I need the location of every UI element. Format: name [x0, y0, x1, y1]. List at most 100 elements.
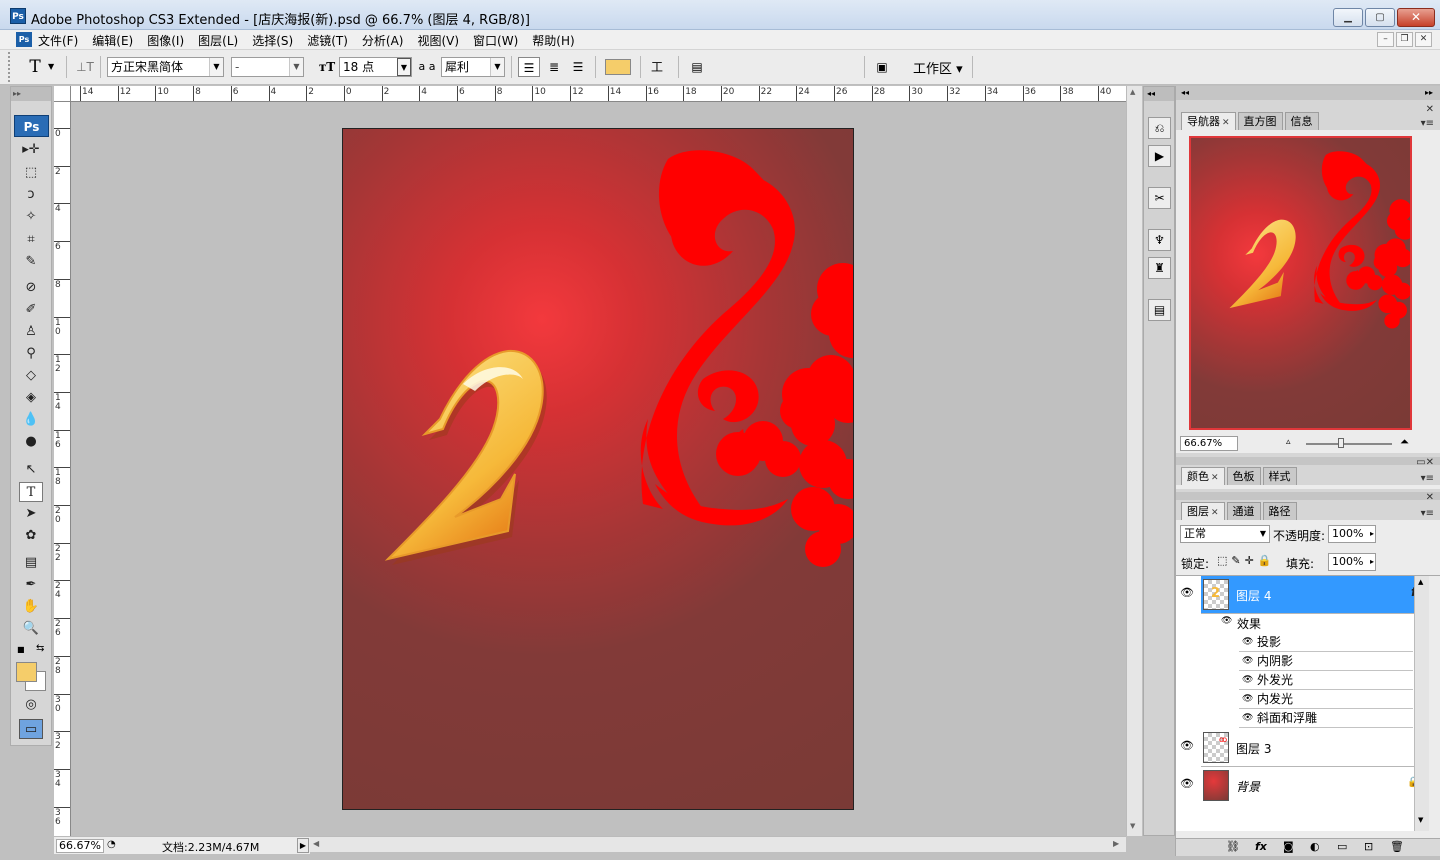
- menu-item-3[interactable]: 图层(L): [198, 32, 245, 49]
- menu-item-5[interactable]: 滤镜(T): [307, 32, 355, 49]
- tab-close-icon[interactable]: ✕: [1211, 473, 1219, 483]
- notes-tool-icon[interactable]: ▤: [19, 553, 43, 573]
- layers-tab-1[interactable]: 通道: [1226, 502, 1261, 520]
- brushes-panel-icon[interactable]: ♆: [1148, 229, 1171, 251]
- crop-tool-icon[interactable]: ⌗: [19, 230, 43, 250]
- effect-inner-shadow[interactable]: 👁 内阴影: [1239, 652, 1413, 671]
- toolbox-collapse[interactable]: ▸▸: [11, 87, 51, 101]
- chevron-down-icon[interactable]: ▼: [48, 62, 54, 71]
- align-right-button[interactable]: ☰: [567, 57, 589, 77]
- screen-mode-icon[interactable]: ▭: [19, 719, 43, 739]
- blur-tool-icon[interactable]: 💧: [19, 410, 43, 430]
- font-size-select[interactable]: 18 点 ▼: [339, 57, 412, 77]
- workspace-menu[interactable]: 工作区 ▾: [913, 58, 963, 77]
- layers-scrollbar[interactable]: ▲ ▼: [1414, 576, 1429, 831]
- menu-item-9[interactable]: 帮助(H): [532, 32, 581, 49]
- effects-visibility-eye-icon[interactable]: 👁: [1221, 616, 1232, 626]
- layer-row-layer-4[interactable]: 2 图层 4 fx: [1201, 576, 1414, 614]
- color-tab-0[interactable]: 颜色 ✕: [1181, 467, 1225, 485]
- paragraph-panel-icon[interactable]: ▤: [1148, 299, 1171, 321]
- horizontal-scrollbar[interactable]: ◀ ▶: [310, 836, 1126, 852]
- zoom-tool-icon[interactable]: 🔍: [19, 619, 43, 639]
- slice-tool-icon[interactable]: ✎: [19, 252, 43, 272]
- layers-panel-menu-icon[interactable]: ▾≡: [1421, 508, 1434, 519]
- navigator-tab-0[interactable]: 导航器 ✕: [1181, 112, 1236, 130]
- add-mask-icon[interactable]: ◙: [1283, 840, 1294, 853]
- doc-close-button[interactable]: ✕: [1415, 32, 1432, 47]
- bridge-icon[interactable]: ▣: [870, 57, 894, 77]
- tool-presets-icon[interactable]: ✂: [1148, 187, 1171, 209]
- effect-outer-glow[interactable]: 👁 外发光: [1239, 671, 1413, 690]
- healing-brush-icon[interactable]: ⊘: [19, 278, 43, 298]
- clone-source-icon[interactable]: ♜: [1148, 257, 1171, 279]
- lasso-tool-icon[interactable]: ↄ: [19, 185, 43, 205]
- doc-minimize-button[interactable]: –: [1377, 32, 1394, 47]
- history-panel-icon[interactable]: ⎌: [1148, 117, 1171, 139]
- new-layer-icon[interactable]: ⊡: [1364, 840, 1373, 853]
- foreground-color-swatch[interactable]: [16, 662, 37, 682]
- tab-close-icon[interactable]: ✕: [1211, 508, 1219, 518]
- layer-row-background[interactable]: 背景 🔒: [1201, 767, 1414, 805]
- photoshop-logo[interactable]: Ps: [14, 115, 49, 137]
- lock-options-icons[interactable]: ⬚✎✛🔒: [1217, 554, 1276, 567]
- navigator-tab-2[interactable]: 信息: [1284, 112, 1319, 130]
- color-tab-2[interactable]: 样式: [1262, 467, 1297, 485]
- type-tool-icon[interactable]: T: [19, 482, 43, 502]
- layers-tab-0[interactable]: 图层 ✕: [1181, 502, 1225, 520]
- marquee-tool-icon[interactable]: ⬚: [19, 163, 43, 183]
- menu-item-8[interactable]: 窗口(W): [473, 32, 525, 49]
- direct-selection-icon[interactable]: ➤: [19, 504, 43, 524]
- dodge-tool-icon[interactable]: ●: [19, 432, 43, 452]
- visibility-eye-icon[interactable]: 👁: [1176, 586, 1198, 599]
- menu-item-2[interactable]: 图像(I): [147, 32, 191, 49]
- eyedropper-icon[interactable]: ✒: [19, 575, 43, 595]
- font-family-select[interactable]: 方正宋黑简体 ▼: [107, 57, 224, 77]
- effect-drop-shadow[interactable]: 👁 投影: [1239, 633, 1413, 652]
- color-panel-close-icon[interactable]: ▭✕: [1416, 457, 1434, 468]
- color-tab-1[interactable]: 色板: [1226, 467, 1261, 485]
- delete-layer-icon[interactable]: 🗑: [1390, 840, 1404, 853]
- navigator-collapse-icon[interactable]: ✕: [1426, 104, 1434, 115]
- menu-item-4[interactable]: 选择(S): [252, 32, 300, 49]
- doc-restore-button[interactable]: ❐: [1396, 32, 1413, 47]
- antialias-select[interactable]: 犀利 ▼: [441, 57, 505, 77]
- add-style-icon[interactable]: fx: [1255, 840, 1267, 853]
- new-group-icon[interactable]: ▭: [1337, 840, 1347, 853]
- hand-tool-icon[interactable]: ✋: [19, 597, 43, 617]
- custom-shape-icon[interactable]: ✿: [19, 526, 43, 546]
- layers-tab-2[interactable]: 路径: [1262, 502, 1297, 520]
- warp-text-button[interactable]: ⼯: [646, 57, 668, 77]
- visibility-eye-icon[interactable]: 👁: [1176, 739, 1198, 752]
- tab-close-icon[interactable]: ✕: [1222, 118, 1230, 128]
- effect-bevel-emboss[interactable]: 👁 斜面和浮雕: [1239, 709, 1413, 728]
- link-layers-icon[interactable]: ⛓: [1226, 840, 1240, 853]
- font-style-select[interactable]: - ▼: [231, 57, 304, 77]
- fill-field[interactable]: 100% ▸: [1328, 553, 1376, 571]
- visibility-eye-icon[interactable]: 👁: [1176, 777, 1198, 790]
- actions-panel-icon[interactable]: ▶: [1148, 145, 1171, 167]
- status-zoom-field[interactable]: 66.67%: [56, 839, 104, 853]
- menu-item-7[interactable]: 视图(V): [417, 32, 466, 49]
- navigator-header[interactable]: ◂◂ ▸▸: [1176, 86, 1440, 100]
- document-icon[interactable]: Ps: [16, 32, 32, 47]
- effects-label[interactable]: 效果: [1237, 615, 1261, 632]
- paint-bucket-icon[interactable]: ◈: [19, 388, 43, 408]
- status-menu-button[interactable]: ▶: [297, 838, 309, 853]
- move-tool-icon[interactable]: ▸✛: [19, 140, 43, 160]
- menu-item-1[interactable]: 编辑(E): [92, 32, 140, 49]
- text-color-swatch[interactable]: [605, 59, 631, 75]
- navigator-preview[interactable]: [1189, 136, 1412, 430]
- zoom-in-icon[interactable]: ⏶: [1400, 435, 1409, 449]
- quick-mask-icon[interactable]: ◎: [19, 695, 43, 715]
- menu-item-0[interactable]: 文件(F): [38, 32, 85, 49]
- document-canvas[interactable]: [342, 128, 854, 810]
- clone-stamp-icon[interactable]: ♙: [19, 322, 43, 342]
- navigator-zoom-field[interactable]: 66.67%: [1180, 436, 1238, 451]
- navigator-tab-1[interactable]: 直方图: [1237, 112, 1283, 130]
- layer-name[interactable]: 图层 4: [1236, 587, 1271, 604]
- menu-item-6[interactable]: 分析(A): [362, 32, 411, 49]
- vertical-scrollbar[interactable]: ▲ ▼: [1126, 86, 1142, 836]
- layers-panel-close-icon[interactable]: ✕: [1426, 492, 1434, 503]
- adjustment-layer-icon[interactable]: ◐: [1310, 840, 1320, 853]
- brush-tool-icon[interactable]: ✐: [19, 300, 43, 320]
